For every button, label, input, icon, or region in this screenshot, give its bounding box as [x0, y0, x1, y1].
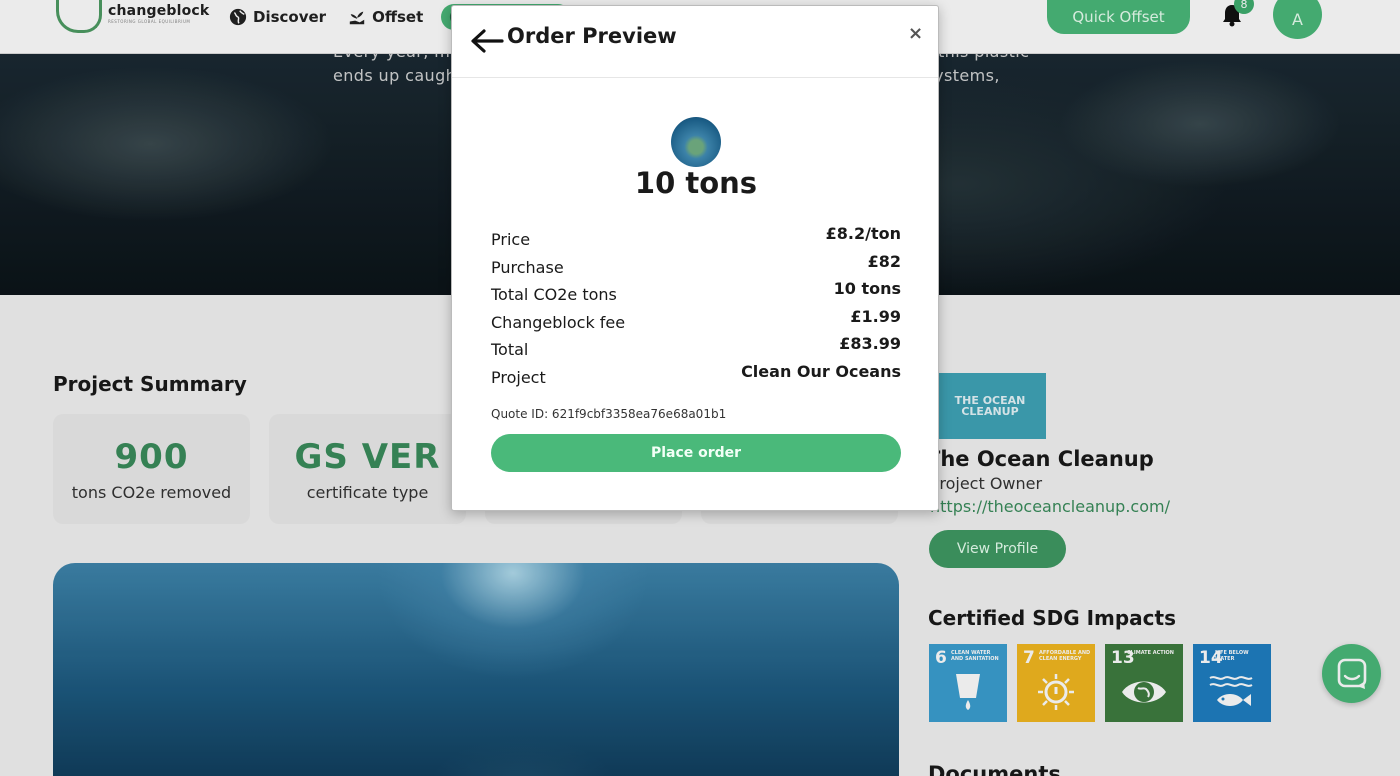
- row-label: Project: [491, 367, 546, 387]
- back-arrow-icon[interactable]: [470, 26, 504, 56]
- order-row-price: Price £8.2/ton: [491, 224, 901, 255]
- row-label: Total: [491, 340, 529, 359]
- place-order-button[interactable]: Place order: [491, 434, 901, 472]
- row-label: Price: [491, 230, 531, 249]
- order-row-total-co2e: Total CO2e tons 10 tons: [491, 279, 901, 310]
- modal-header: Order Preview ×: [452, 6, 938, 78]
- row-value: £1.99: [850, 306, 901, 326]
- modal-title: Order Preview: [507, 24, 677, 48]
- row-label: Total CO2e tons: [491, 285, 617, 304]
- order-row-purchase: Purchase £82: [491, 251, 901, 283]
- row-value: 10 tons: [833, 279, 901, 298]
- close-icon[interactable]: ×: [908, 23, 923, 44]
- order-summary-table: Price £8.2/ton Purchase £82 Total CO2e t…: [491, 224, 901, 393]
- quote-id: Quote ID: 621f9cbf3358ea76e68a01b1: [491, 407, 727, 421]
- row-value: £8.2/ton: [825, 224, 901, 243]
- row-label: Changeblock fee: [491, 312, 626, 332]
- order-row-total: Total £83.99: [491, 334, 901, 365]
- row-value: Clean Our Oceans: [741, 361, 901, 381]
- row-value: £83.99: [839, 334, 901, 353]
- order-tons: 10 tons: [634, 166, 758, 200]
- order-preview-modal: Order Preview × 10 tons Price £8.2/ton P…: [451, 5, 939, 511]
- order-row-project: Project Clean Our Oceans: [491, 361, 901, 393]
- project-thumbnail: [671, 117, 721, 167]
- row-label: Purchase: [491, 257, 564, 277]
- order-row-fee: Changeblock fee £1.99: [491, 306, 901, 338]
- row-value: £82: [867, 251, 901, 271]
